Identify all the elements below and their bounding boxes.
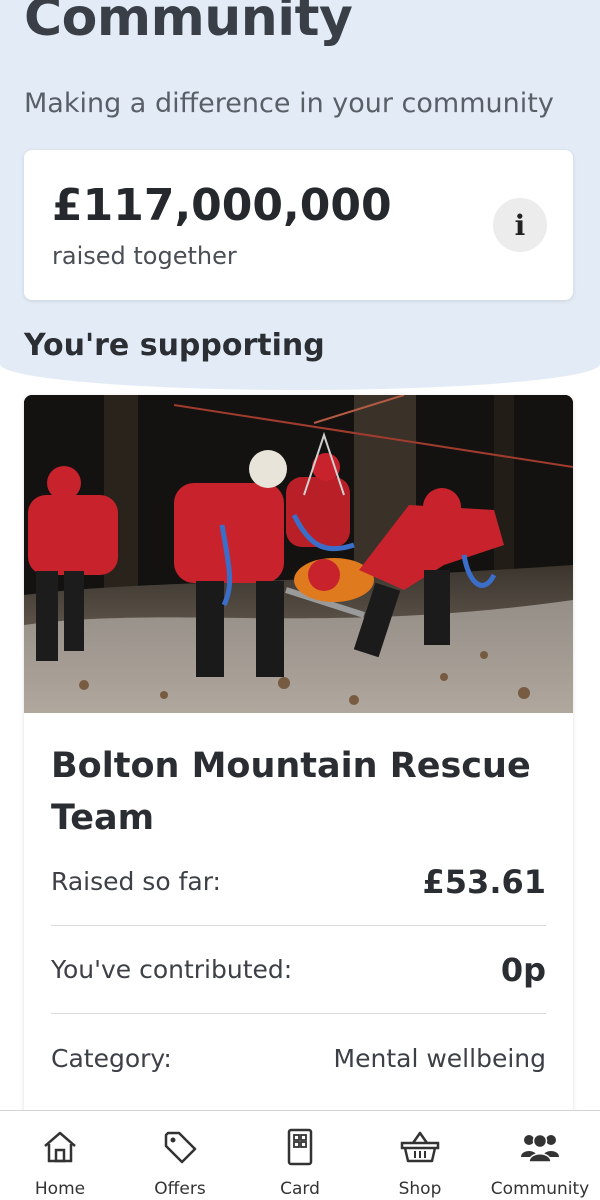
info-button[interactable]: i (493, 198, 547, 252)
raised-so-far-row: Raised so far: £53.61 (51, 838, 546, 926)
basket-icon (400, 1127, 440, 1167)
nav-label-shop: Shop (398, 1179, 442, 1199)
nav-item-shop[interactable]: Shop (360, 1111, 480, 1200)
info-icon: i (514, 208, 526, 242)
nav-item-home[interactable]: Home (0, 1111, 120, 1200)
total-raised-amount: £117,000,000 (52, 180, 392, 231)
nav-label-card: Card (280, 1179, 320, 1199)
card-icon (280, 1127, 320, 1167)
nav-label-community: Community (490, 1179, 590, 1199)
nav-item-offers[interactable]: Offers (120, 1111, 240, 1200)
page-subtitle: Making a difference in your community (24, 88, 554, 119)
people-icon (520, 1127, 560, 1167)
bottom-nav: Home Offers Card Shop Community (0, 1110, 600, 1200)
section-title: You're supporting (24, 328, 325, 363)
nav-item-community[interactable]: Community (480, 1111, 600, 1200)
nav-label-home: Home (34, 1179, 86, 1199)
page-title: Community (24, 0, 353, 48)
community-screen: Community Making a difference in your co… (0, 0, 600, 1200)
contributed-label: You've contributed: (51, 955, 293, 984)
raised-so-far-value: £53.61 (422, 862, 546, 901)
category-label: Category: (51, 1043, 172, 1073)
category-value: Mental wellbeing (333, 1043, 546, 1073)
contributed-row: You've contributed: 0p (51, 926, 546, 1014)
total-raised-card: £117,000,000 raised together i (24, 150, 573, 300)
nav-item-card[interactable]: Card (240, 1111, 360, 1200)
mountain-rescue-photo (24, 395, 573, 713)
cause-photo (24, 395, 573, 713)
raised-so-far-label: Raised so far: (51, 867, 221, 896)
cause-card[interactable]: Bolton Mountain Rescue Team Raised so fa… (24, 395, 573, 1155)
tag-icon (160, 1127, 200, 1167)
contributed-value: 0p (500, 950, 546, 989)
category-row: Category: Mental wellbeing (51, 1014, 546, 1102)
home-icon (40, 1127, 80, 1167)
nav-label-offers: Offers (154, 1179, 206, 1199)
cause-name: Bolton Mountain Rescue Team (51, 746, 531, 838)
total-raised-label: raised together (52, 242, 237, 270)
